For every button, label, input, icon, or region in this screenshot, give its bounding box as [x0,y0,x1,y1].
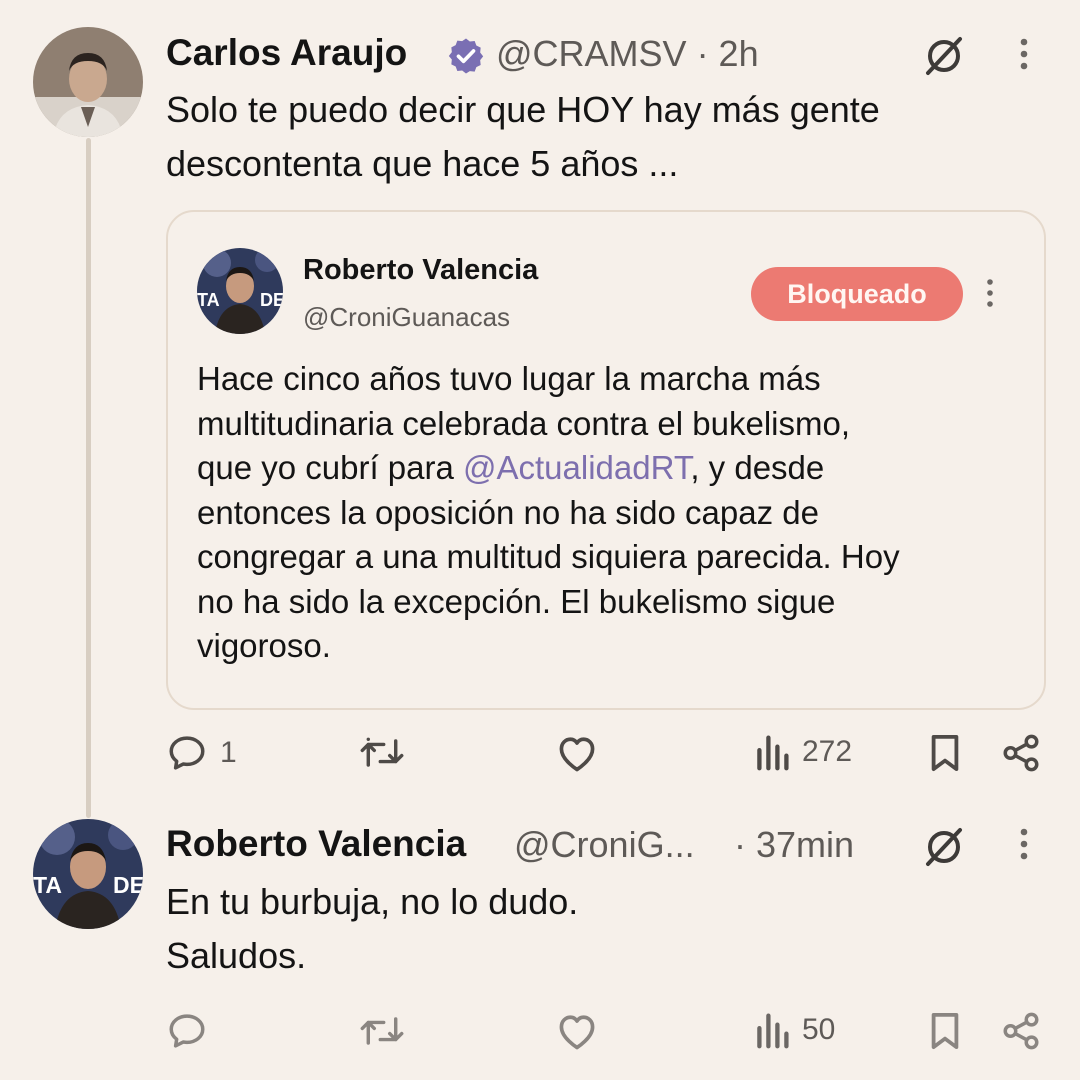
thread-connector-line [86,138,91,818]
avatar-carlos[interactable] [33,27,143,137]
views-icon [757,1013,789,1049]
quote-author-handle[interactable]: @CroniGuanacas [303,302,510,333]
tweet2-author-name[interactable]: Roberto Valencia [166,823,466,865]
tweet1-text-line: Solo te puedo decir que HOY hay más gent… [166,89,880,130]
more-icon[interactable] [1014,36,1034,72]
quote-text-line: que yo cubrí para @ActualidadRT, y desde [197,446,1037,491]
tweet2-handle[interactable]: @CroniG... [514,824,695,866]
tweet2-text: En tu burbuja, no lo dudo. Saludos. [166,875,1046,983]
quote-text-segment: que yo cubrí para [197,449,463,486]
tweet1-handle-time[interactable]: @CRAMSV · 2h [496,33,759,75]
verified-badge-icon [448,38,484,74]
avatar-roberto-quote[interactable]: TA DE [197,248,283,334]
views-button[interactable]: 272 [754,732,852,772]
quote-text-line: multitudinaria celebrada contra el bukel… [197,404,851,442]
grok-icon[interactable] [921,824,967,870]
quote-text-line: entonces la oposición no ha sido capaz d… [197,493,819,531]
quote-text: Hace cinco años tuvo lugar la marcha más… [197,357,1037,669]
reply-icon [169,1014,205,1048]
views-count: 272 [802,735,853,768]
grok-icon[interactable] [921,33,967,79]
svg-text:DE: DE [260,290,283,310]
bookmark-button[interactable] [926,1010,964,1052]
share-button[interactable] [1000,1010,1042,1052]
reply-button[interactable] [166,1010,208,1052]
blocked-badge[interactable]: Bloqueado [751,267,963,321]
views-icon [757,735,789,771]
svg-text:DE: DE [113,872,143,898]
retweet-icon [360,1017,404,1045]
quote-text-segment: , y desde [690,449,825,486]
mention-link[interactable]: @ActualidadRT [463,449,690,486]
share-icon [1003,734,1039,772]
bookmark-icon [931,734,959,772]
tweet2-time[interactable]: · 37min [734,824,854,866]
avatar-roberto[interactable]: TA DE [33,819,143,929]
svg-text:TA: TA [197,290,220,310]
views-count: 50 [802,1013,836,1046]
views-button[interactable]: 50 [754,1010,835,1050]
like-button[interactable] [555,732,599,774]
quote-more-icon[interactable] [982,277,998,309]
retweet-button[interactable] [358,732,406,774]
like-button[interactable] [555,1010,599,1052]
reply-icon [169,736,205,770]
tweet1-text-line: descontenta que hace 5 años ... [166,143,679,184]
reply-button[interactable]: 1 [166,732,237,774]
bookmark-icon [931,1012,959,1050]
svg-text:TA: TA [33,872,62,898]
tweet2-text-line: Saludos. [166,935,307,976]
retweet-icon [360,737,404,767]
bookmark-button[interactable] [926,732,964,774]
tweet2-text-line: En tu burbuja, no lo dudo. [166,881,579,922]
retweet-button[interactable] [358,1010,406,1052]
share-button[interactable] [1000,732,1042,774]
like-icon [559,1015,595,1050]
quote-text-line: congregar a una multitud siquiera pareci… [197,538,900,575]
tweet1-author-name[interactable]: Carlos Araujo [166,32,407,74]
more-icon[interactable] [1014,826,1034,862]
quote-author-name[interactable]: Roberto Valencia [303,254,538,287]
quote-text-line: Hace cinco años tuvo lugar la marcha más [197,360,821,397]
share-icon [1003,1012,1039,1050]
like-icon [559,737,595,772]
tweet1-text: Solo te puedo decir que HOY hay más gent… [166,83,1046,191]
quote-text-line: no ha sido la excepción. El bukelismo si… [197,582,836,620]
reply-count: 1 [220,736,237,769]
quote-text-line: vigoroso. [197,627,331,664]
